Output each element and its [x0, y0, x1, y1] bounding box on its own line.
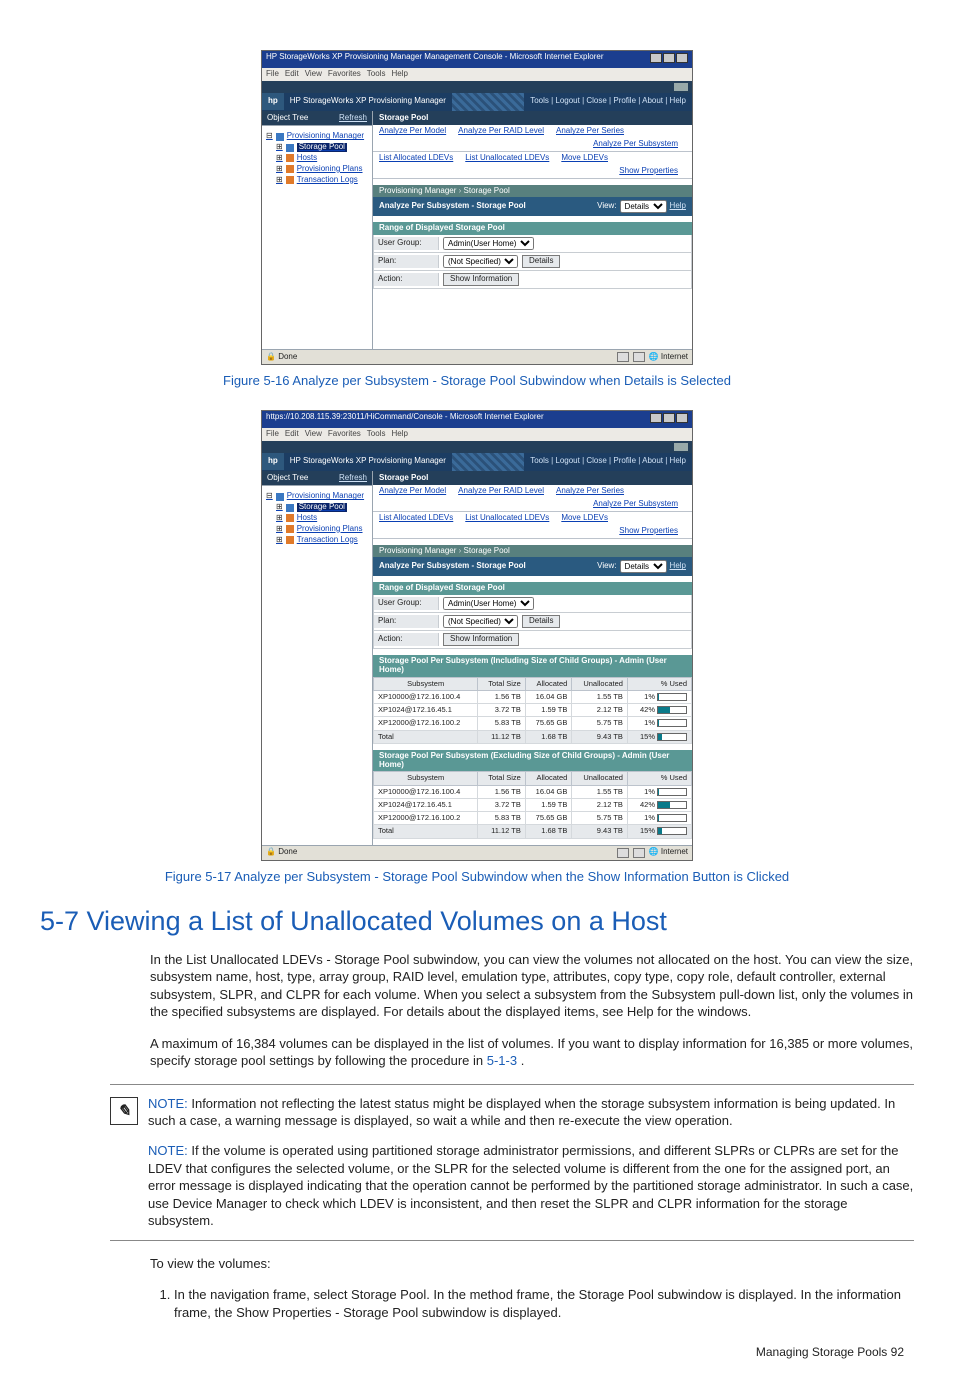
- procedure-step-1: In the navigation frame, select Storage …: [174, 1286, 914, 1321]
- object-tree: ⊟Provisioning Manager ⊞Storage Pool ⊞Hos…: [262, 125, 372, 190]
- figure-5-17-caption: Figure 5-17 Analyze per Subsystem - Stor…: [40, 869, 914, 884]
- app-top-links: Tools | Logout | Close | Profile | About…: [524, 93, 692, 110]
- window-title: HP StorageWorks XP Provisioning Manager …: [266, 53, 604, 66]
- ribbon-graphic: [452, 93, 524, 111]
- note-2: NOTE: If the volume is operated using pa…: [148, 1142, 914, 1230]
- label-user-group: User Group:: [374, 237, 439, 250]
- app-bar: hp HP StorageWorks XP Provisioning Manag…: [262, 93, 692, 111]
- screenshot-figure-5-17: https://10.208.115.39:23011/HiCommand/Co…: [261, 410, 693, 861]
- link-analyze-per-raid[interactable]: Analyze Per RAID Level: [458, 127, 544, 136]
- method-links-row1: Analyze Per Model Analyze Per RAID Level…: [373, 125, 692, 152]
- browser-menubar: FileEditViewFavoritesToolsHelp: [262, 68, 692, 81]
- link-list-unallocated[interactable]: List Unallocated LDEVs: [465, 154, 549, 163]
- subwindow-header: Analyze Per Subsystem - Storage Pool Vie…: [373, 197, 692, 216]
- screenshot-figure-5-16: HP StorageWorks XP Provisioning Manager …: [261, 50, 693, 365]
- note-1: NOTE: Information not reflecting the lat…: [148, 1095, 914, 1130]
- tree-item-hosts[interactable]: ⊞Hosts: [266, 154, 368, 163]
- show-information-button[interactable]: Show Information: [443, 273, 519, 286]
- link-move-ldevs[interactable]: Move LDEVs: [561, 154, 608, 163]
- hp-logo: hp: [262, 93, 284, 110]
- link-analyze-per-model[interactable]: Analyze Per Model: [379, 127, 446, 136]
- sidebar: Object Tree Refresh ⊟Provisioning Manager…: [262, 111, 373, 349]
- main-head: Storage Pool: [373, 111, 692, 126]
- procedure-list: In the navigation frame, select Storage …: [150, 1286, 914, 1321]
- main-frame: Storage Pool Analyze Per Model Analyze P…: [373, 111, 692, 349]
- range-header: Range of Displayed Storage Pool: [373, 222, 692, 235]
- figure-5-16-caption: Figure 5-16 Analyze per Subsystem - Stor…: [40, 373, 914, 388]
- window-control-buttons: [649, 53, 688, 66]
- app-name: HP StorageWorks XP Provisioning Manager: [284, 93, 452, 110]
- tree-item-transaction-logs[interactable]: ⊞Transaction Logs: [266, 176, 368, 185]
- tab-row: [262, 81, 692, 93]
- view-select[interactable]: Details: [620, 200, 667, 213]
- label-plan: Plan:: [374, 255, 439, 268]
- page-footer: Managing Storage Pools 92: [40, 1345, 914, 1359]
- select-user-group[interactable]: Admin(User Home): [443, 237, 534, 250]
- help-link[interactable]: Help: [670, 202, 686, 211]
- procedure-intro: To view the volumes:: [150, 1255, 930, 1273]
- link-analyze-per-subsystem[interactable]: Analyze Per Subsystem: [593, 140, 678, 149]
- section-heading: 5-7 Viewing a List of Unallocated Volume…: [40, 906, 914, 937]
- paragraph-1: In the List Unallocated LDEVs - Storage …: [150, 951, 930, 1021]
- link-show-properties[interactable]: Show Properties: [619, 167, 678, 176]
- breadcrumb: Provisioning Manager › Storage Pool: [373, 185, 692, 198]
- link-list-allocated[interactable]: List Allocated LDEVs: [379, 154, 453, 163]
- select-plan[interactable]: (Not Specified): [443, 255, 518, 268]
- link-5-1-3[interactable]: 5-1-3: [487, 1053, 517, 1068]
- note-icon: ✎: [110, 1097, 138, 1125]
- view-label: View:: [597, 202, 616, 211]
- method-links-row2: List Allocated LDEVs List Unallocated LD…: [373, 152, 692, 179]
- tree-item-provisioning-manager[interactable]: ⊟Provisioning Manager: [266, 132, 368, 141]
- refresh-link[interactable]: Refresh: [339, 114, 367, 123]
- status-bar: 🔒 Done 🌐 Internet: [262, 349, 692, 364]
- window-titlebar: HP StorageWorks XP Provisioning Manager …: [262, 51, 692, 68]
- label-action: Action:: [374, 273, 439, 286]
- paragraph-2: A maximum of 16,384 volumes can be displ…: [150, 1035, 930, 1070]
- note-block: ✎ NOTE: Information not reflecting the l…: [110, 1084, 914, 1241]
- sidebar-title: Object Tree: [267, 114, 308, 123]
- tree-item-storage-pool[interactable]: ⊞Storage Pool: [266, 143, 368, 152]
- details-button[interactable]: Details: [522, 255, 560, 268]
- link-analyze-per-series[interactable]: Analyze Per Series: [556, 127, 624, 136]
- tree-item-provisioning-plans[interactable]: ⊞Provisioning Plans: [266, 165, 368, 174]
